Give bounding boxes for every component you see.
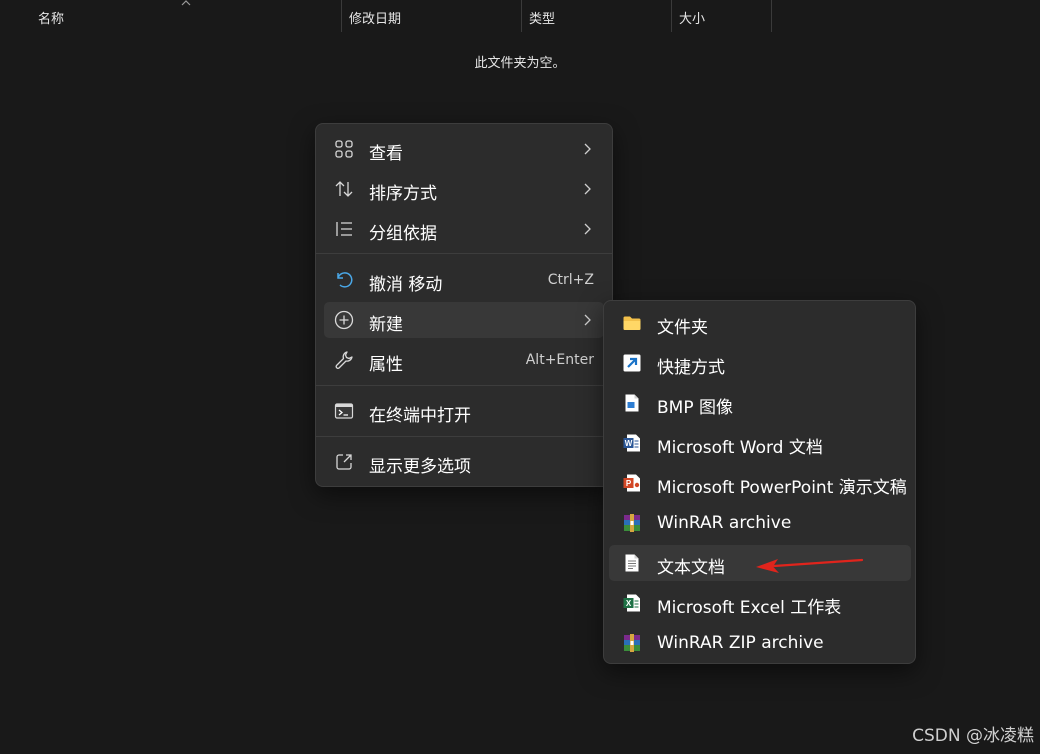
wrench-icon — [335, 351, 353, 369]
undo-icon — [337, 272, 353, 288]
new-item-word-document[interactable]: W Microsoft Word 文档 — [609, 425, 911, 461]
new-item-bmp-image[interactable]: BMP 图像 — [609, 385, 911, 421]
shortcut-hint: Ctrl+Z — [547, 272, 594, 288]
column-divider[interactable] — [341, 0, 342, 32]
menu-separator — [316, 436, 612, 437]
chevron-right-icon — [584, 314, 591, 326]
sort-icon — [335, 181, 353, 197]
menu-item-label: 新建 — [369, 315, 403, 335]
view-grid-icon — [335, 140, 353, 158]
new-item-winrar-zip-archive[interactable]: WinRAR ZIP archive — [609, 625, 911, 661]
shortcut-hint: Alt+Enter — [525, 352, 594, 368]
menu-item-label: 属性 — [369, 355, 403, 375]
svg-text:W: W — [625, 439, 633, 448]
column-modified[interactable]: 修改日期 — [349, 0, 401, 32]
new-plus-icon — [334, 310, 354, 330]
menu-item-show-more-options[interactable]: 显示更多选项 — [324, 444, 604, 480]
menu-item-new[interactable]: 新建 — [324, 302, 604, 338]
menu-item-label: 快捷方式 — [657, 358, 725, 378]
menu-item-label: 撤消 移动 — [369, 275, 443, 295]
svg-text:P: P — [626, 479, 632, 488]
group-icon — [336, 222, 352, 236]
menu-item-label: 显示更多选项 — [369, 457, 471, 477]
svg-text:X: X — [626, 599, 632, 608]
shortcut-icon — [623, 354, 641, 372]
menu-item-label: 文件夹 — [657, 318, 708, 338]
annotation-arrow-icon — [756, 558, 864, 573]
menu-item-label: 在终端中打开 — [369, 406, 471, 426]
menu-item-undo-move[interactable]: 撤消 移动 Ctrl+Z — [324, 262, 604, 298]
menu-item-label: WinRAR archive — [657, 513, 792, 533]
menu-item-label: BMP 图像 — [657, 398, 733, 418]
column-divider[interactable] — [771, 0, 772, 32]
menu-item-properties[interactable]: 属性 Alt+Enter — [324, 342, 604, 378]
new-item-winrar-archive[interactable]: WinRAR archive — [609, 505, 911, 541]
column-name[interactable]: 名称 — [38, 0, 64, 32]
column-divider[interactable] — [671, 0, 672, 32]
context-menu: 查看 排序方式 分组依据 撤消 移动 Ctrl+Z 新建 属性 Alt+Ente… — [315, 123, 613, 487]
terminal-icon — [334, 403, 354, 419]
new-submenu: 文件夹 快捷方式 BMP 图像 W Microsoft Word 文档 P Mi… — [603, 300, 916, 664]
menu-item-label: Microsoft Excel 工作表 — [657, 598, 842, 618]
winrar-zip-icon — [624, 634, 640, 652]
bmp-icon — [625, 394, 639, 412]
column-size[interactable]: 大小 — [679, 0, 705, 32]
new-item-powerpoint[interactable]: P Microsoft PowerPoint 演示文稿 — [609, 465, 911, 501]
new-item-folder[interactable]: 文件夹 — [609, 305, 911, 341]
menu-item-view[interactable]: 查看 — [324, 131, 604, 167]
sort-ascending-icon — [181, 0, 191, 6]
menu-item-label: 文本文档 — [657, 558, 725, 578]
new-item-excel-worksheet[interactable]: X Microsoft Excel 工作表 — [609, 585, 911, 621]
folder-icon — [623, 316, 641, 330]
menu-item-label: 查看 — [369, 144, 403, 164]
menu-item-label: Microsoft Word 文档 — [657, 438, 823, 458]
empty-folder-message: 此文件夹为空。 — [474, 56, 566, 71]
menu-item-open-in-terminal[interactable]: 在终端中打开 — [324, 393, 604, 429]
winrar-icon — [624, 514, 640, 532]
word-icon: W — [623, 434, 640, 452]
chevron-right-icon — [584, 143, 591, 155]
menu-separator — [316, 385, 612, 386]
menu-item-label: Microsoft PowerPoint 演示文稿 — [657, 478, 907, 498]
menu-item-label: 排序方式 — [369, 184, 437, 204]
chevron-right-icon — [584, 183, 591, 195]
powerpoint-icon: P — [623, 474, 640, 492]
menu-item-label: WinRAR ZIP archive — [657, 633, 824, 653]
menu-item-sort[interactable]: 排序方式 — [324, 171, 604, 207]
menu-item-group-by[interactable]: 分组依据 — [324, 211, 604, 247]
chevron-right-icon — [584, 223, 591, 235]
column-divider[interactable] — [521, 0, 522, 32]
more-options-icon — [336, 454, 352, 470]
column-type[interactable]: 类型 — [529, 0, 555, 32]
menu-item-label: 分组依据 — [369, 224, 437, 244]
menu-separator — [316, 253, 612, 254]
excel-icon: X — [623, 594, 640, 612]
watermark: CSDN @冰凌糕 — [912, 726, 1034, 746]
text-document-icon — [625, 554, 639, 572]
column-header: 名称 修改日期 类型 大小 — [0, 0, 1040, 32]
new-item-shortcut[interactable]: 快捷方式 — [609, 345, 911, 381]
